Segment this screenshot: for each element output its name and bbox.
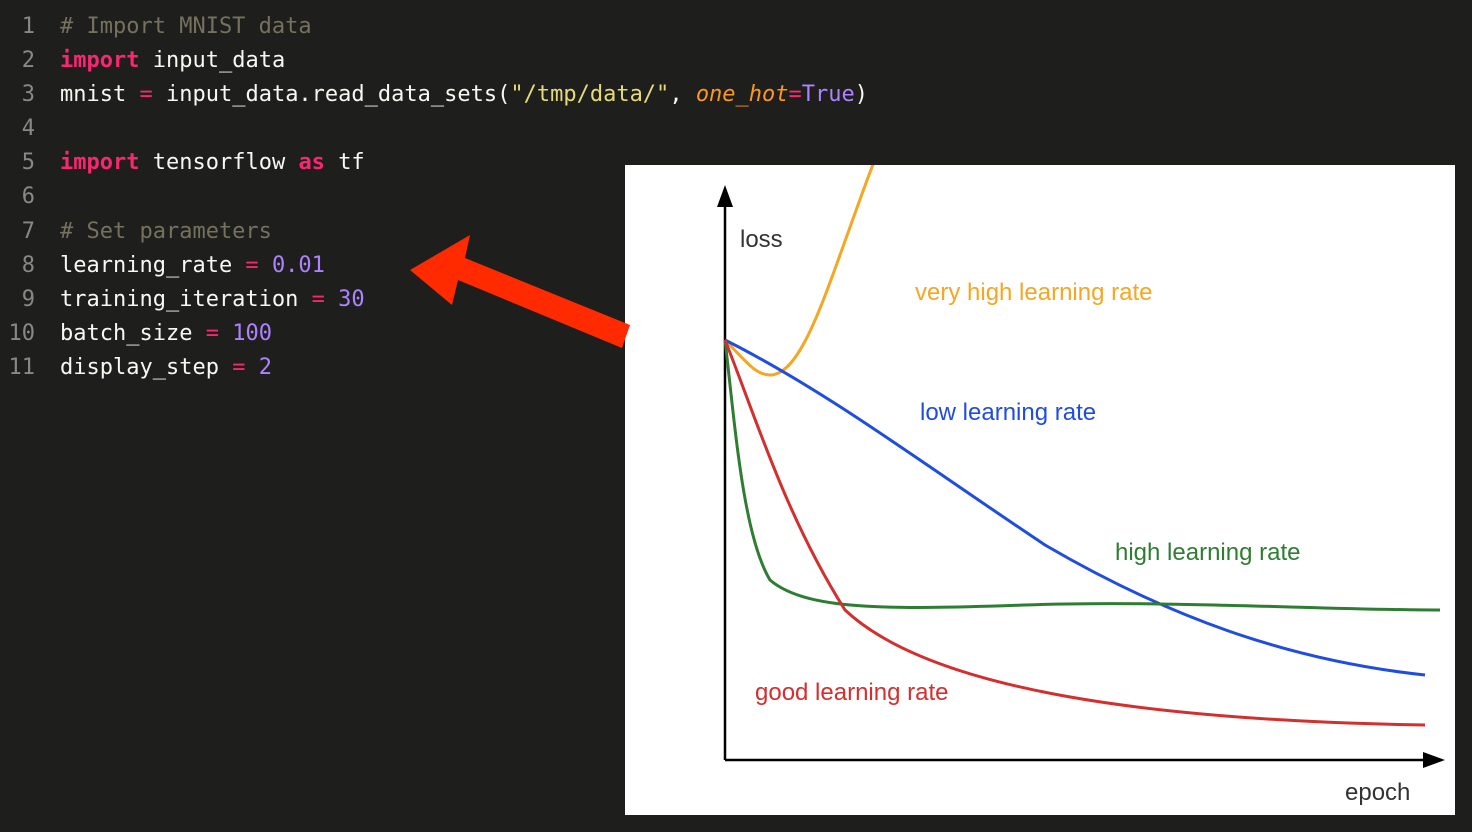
function-call: input_data.read_data_sets( xyxy=(166,82,510,107)
learning-rate-chart: loss epoch very high learning rate low l… xyxy=(625,165,1455,815)
line-number: 3 xyxy=(0,78,60,112)
alias: tf xyxy=(338,150,365,175)
equals-operator: = xyxy=(126,82,166,107)
line-number: 5 xyxy=(0,146,60,180)
module-name: tensorflow xyxy=(153,150,285,175)
string-literal: "/tmp/data/" xyxy=(510,82,669,107)
variable-display-step: display_step xyxy=(60,355,219,380)
line-number: 9 xyxy=(0,283,60,317)
variable: mnist xyxy=(60,82,126,107)
line-number: 11 xyxy=(0,351,60,385)
import-keyword: import xyxy=(60,48,139,73)
number-literal: 30 xyxy=(338,287,365,312)
number-literal: 2 xyxy=(259,355,272,380)
boolean-value: True xyxy=(802,82,855,107)
line-number: 7 xyxy=(0,215,60,249)
comment: # Import MNIST data xyxy=(60,14,312,39)
comment: # Set parameters xyxy=(60,219,272,244)
module-name: input_data xyxy=(153,48,285,73)
label-very-high: very high learning rate xyxy=(915,279,1152,306)
number-literal: 0.01 xyxy=(272,253,325,278)
y-axis-arrow-icon xyxy=(717,185,733,207)
variable-batch-size: batch_size xyxy=(60,321,192,346)
code-line: 3 mnist = input_data.read_data_sets("/tm… xyxy=(0,78,1472,112)
import-keyword: import xyxy=(60,150,139,175)
code-line: 1 # Import MNIST data xyxy=(0,10,1472,44)
label-good: good learning rate xyxy=(755,679,948,706)
number-literal: 100 xyxy=(232,321,272,346)
label-low: low learning rate xyxy=(920,399,1096,426)
chart-svg: loss epoch very high learning rate low l… xyxy=(625,165,1455,815)
line-number: 10 xyxy=(0,317,60,351)
line-number: 8 xyxy=(0,249,60,283)
line-number: 6 xyxy=(0,180,60,214)
curve-very-high xyxy=(725,165,890,375)
line-number: 2 xyxy=(0,44,60,78)
x-axis-arrow-icon xyxy=(1423,752,1445,768)
kwarg-name: one_hot xyxy=(696,82,789,107)
line-number: 4 xyxy=(0,112,60,146)
line-number: 1 xyxy=(0,10,60,44)
curve-good xyxy=(725,340,1425,725)
as-keyword: as xyxy=(298,150,325,175)
x-axis-label: epoch xyxy=(1345,779,1410,806)
curve-low xyxy=(725,340,1425,675)
code-line: 2 import input_data xyxy=(0,44,1472,78)
label-high: high learning rate xyxy=(1115,539,1300,566)
variable-learning-rate: learning_rate xyxy=(60,253,232,278)
code-line: 4 xyxy=(0,112,1472,146)
curve-high xyxy=(725,340,1440,610)
variable-iterations: training_iteration xyxy=(60,287,298,312)
y-axis-label: loss xyxy=(740,226,783,253)
